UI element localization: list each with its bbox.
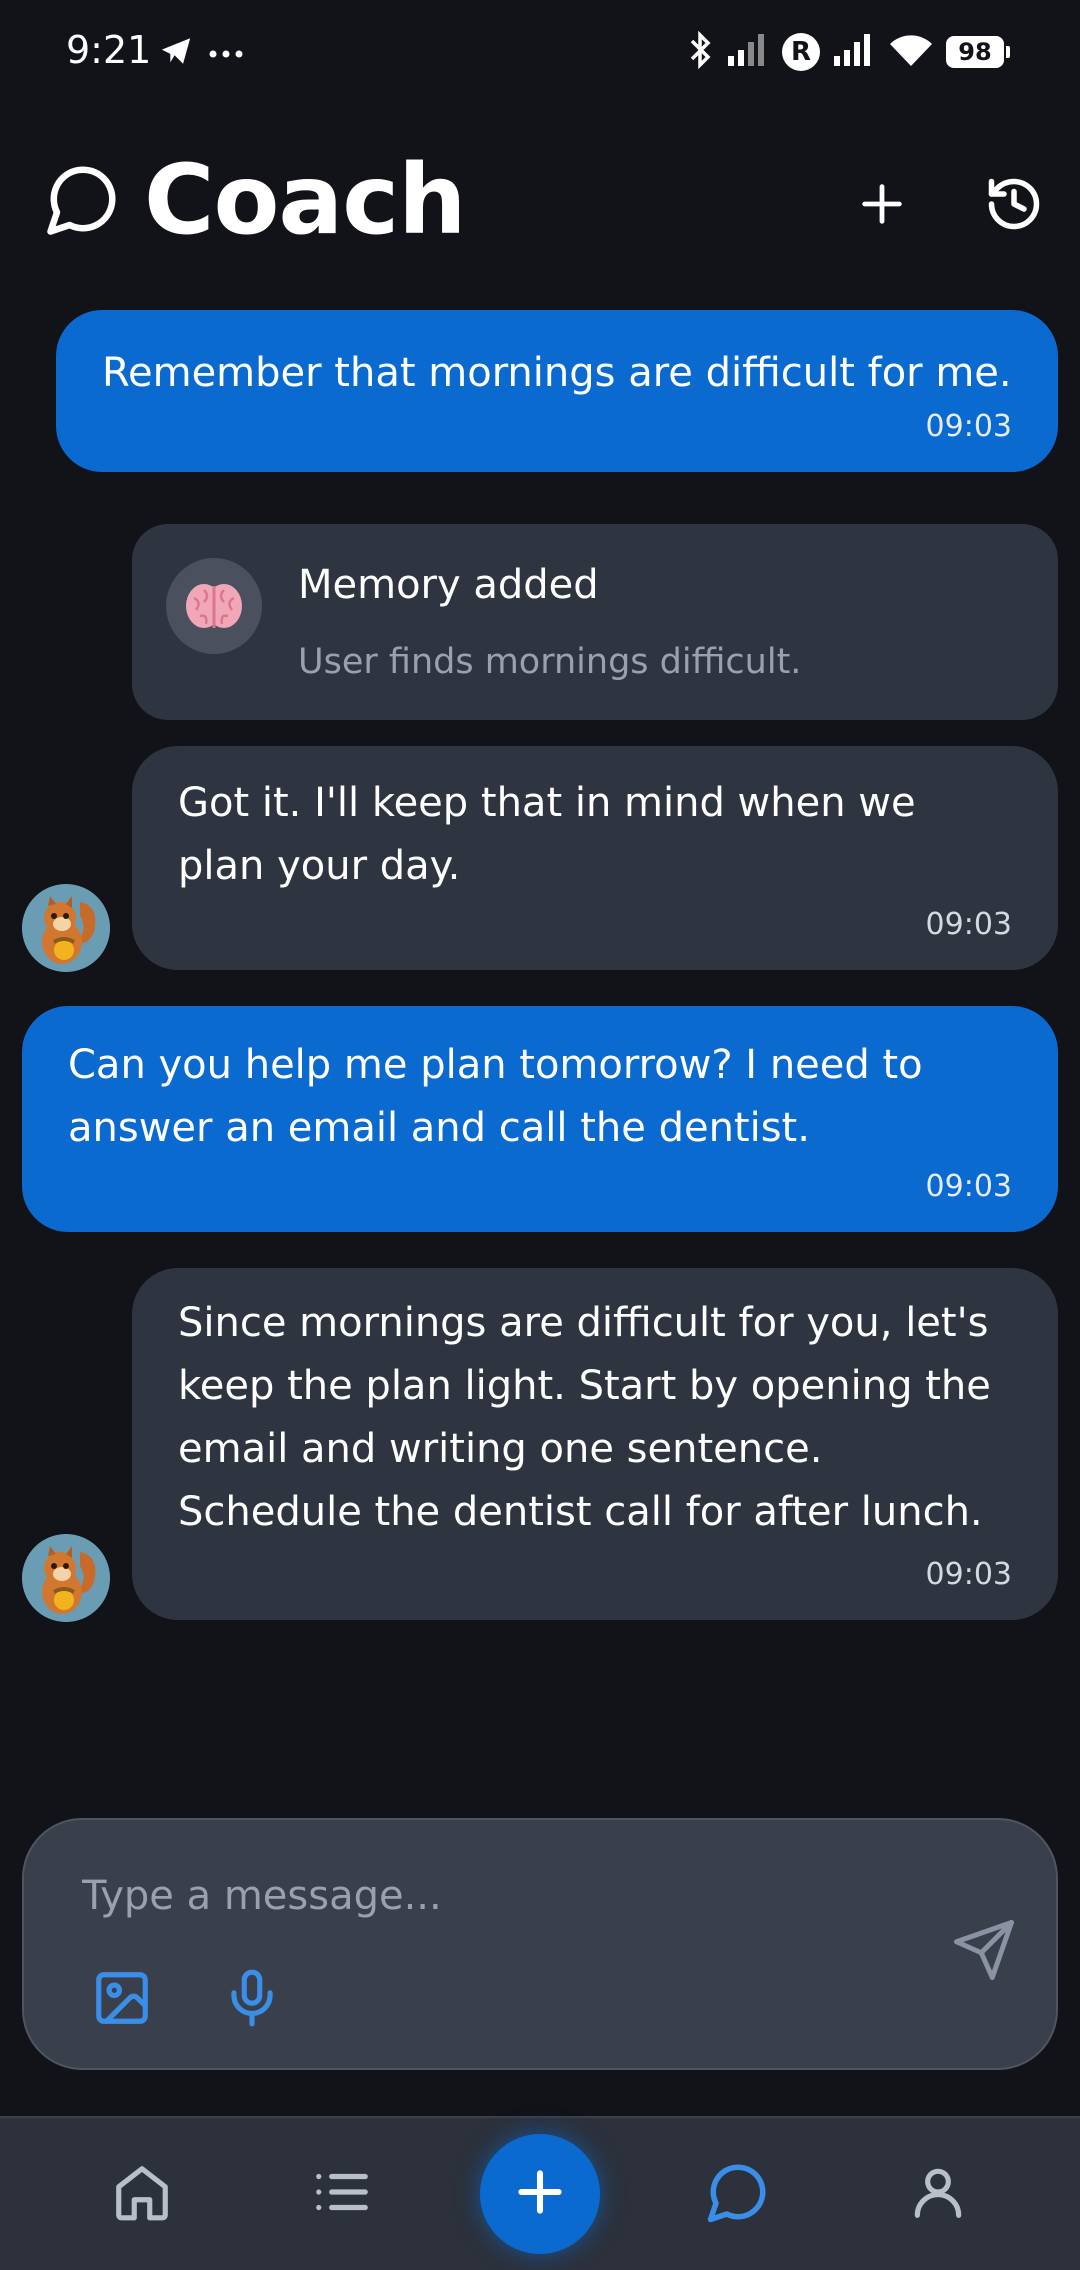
add-icon xyxy=(512,2164,568,2224)
battery-level: 98 xyxy=(946,36,1004,68)
roaming-badge: R xyxy=(782,33,820,71)
chat-bubble-icon xyxy=(44,160,122,242)
message-time: 09:03 xyxy=(925,409,1012,444)
signal-icon-2 xyxy=(832,32,876,72)
coach-avatar xyxy=(22,884,110,972)
telegram-icon xyxy=(158,34,194,72)
memory-subtitle: User finds mornings difficult. xyxy=(298,642,802,682)
battery-icon: 98 xyxy=(946,36,1010,68)
message-text-line-1: Since mornings are difficult for you, le… xyxy=(178,1300,989,1346)
message-text-line-2: keep the plan light. Start by opening th… xyxy=(178,1363,991,1409)
message-text-line-2: plan your day. xyxy=(178,843,461,889)
page-title: Coach xyxy=(144,144,466,256)
message-text-line-1: Can you help me plan tomorrow? I need to xyxy=(68,1042,923,1088)
message-text-line-4: Schedule the dentist call for after lunc… xyxy=(178,1489,983,1535)
list-icon xyxy=(311,2161,373,2227)
status-right-icons: R 98 xyxy=(688,30,1010,74)
wifi-icon xyxy=(888,32,934,72)
app-header: Coach xyxy=(0,130,1080,270)
message-text-line-3: email and writing one sentence. xyxy=(178,1426,823,1472)
history-icon xyxy=(984,174,1044,238)
status-bar: 9:21 R 98 xyxy=(0,0,1080,110)
attach-image-button[interactable] xyxy=(84,1962,160,2038)
message-time: 09:03 xyxy=(925,907,1012,942)
more-dots-icon xyxy=(208,44,244,63)
coach-avatar xyxy=(22,1534,110,1622)
plus-icon xyxy=(856,178,908,234)
nav-home[interactable] xyxy=(102,2154,182,2234)
message-time: 09:03 xyxy=(925,1169,1012,1204)
send-icon xyxy=(951,1917,1017,1987)
message-composer xyxy=(22,1818,1058,2070)
nav-chat[interactable] xyxy=(698,2154,778,2234)
bluetooth-icon xyxy=(688,30,714,74)
voice-input-button[interactable] xyxy=(214,1962,290,2038)
memory-title: Memory added xyxy=(298,562,599,608)
user-message[interactable]: Can you help me plan tomorrow? I need to… xyxy=(22,1006,1058,1232)
profile-icon xyxy=(907,2161,969,2227)
bottom-navigation xyxy=(0,2116,1080,2270)
status-time: 9:21 xyxy=(66,28,152,72)
microphone-icon xyxy=(221,1967,283,2033)
user-message[interactable]: Remember that mornings are difficult for… xyxy=(56,310,1058,472)
message-text-line-1: Got it. I'll keep that in mind when we xyxy=(178,780,916,826)
nav-tasks[interactable] xyxy=(302,2154,382,2234)
bot-message[interactable]: Got it. I'll keep that in mind when we p… xyxy=(132,746,1058,970)
nav-add-button[interactable] xyxy=(480,2134,600,2254)
brain-icon xyxy=(166,558,262,654)
message-time: 09:03 xyxy=(925,1557,1012,1592)
message-text: Remember that mornings are difficult for… xyxy=(102,350,1012,396)
bot-message[interactable]: Since mornings are difficult for you, le… xyxy=(132,1268,1058,1620)
chat-icon xyxy=(705,2159,771,2229)
message-text-line-2: answer an email and call the dentist. xyxy=(68,1105,810,1151)
nav-profile[interactable] xyxy=(898,2154,978,2234)
status-left-icons xyxy=(158,34,244,72)
image-icon xyxy=(91,1967,153,2033)
home-icon xyxy=(111,2161,173,2227)
new-chat-button[interactable] xyxy=(842,166,922,246)
signal-icon xyxy=(726,32,770,72)
send-button[interactable] xyxy=(944,1912,1024,1992)
history-button[interactable] xyxy=(974,166,1054,246)
message-input[interactable] xyxy=(80,1872,884,1920)
memory-added-card: Memory added User finds mornings difficu… xyxy=(132,524,1058,720)
